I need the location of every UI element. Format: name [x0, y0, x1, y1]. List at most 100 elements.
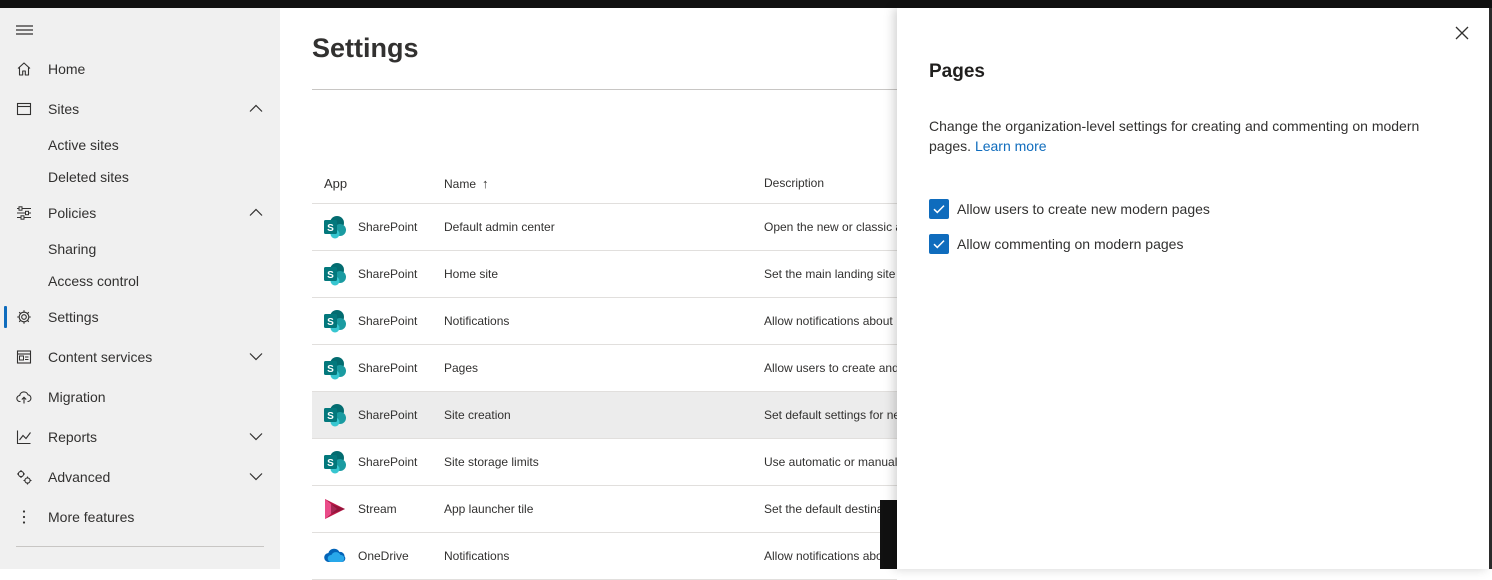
- setting-name: Home site: [444, 267, 499, 281]
- setting-name: Site storage limits: [444, 455, 539, 469]
- table-row[interactable]: Stream App launcher tile Set the default…: [312, 486, 897, 533]
- sharepoint-icon: S: [323, 356, 347, 380]
- app-name: SharePoint: [358, 408, 418, 422]
- nav-item-access-control[interactable]: Access control: [0, 265, 280, 297]
- gear-icon: [16, 309, 32, 325]
- panel-title: Pages: [929, 61, 985, 82]
- table-row[interactable]: S SharePoint Site storage limits Use aut…: [312, 439, 897, 486]
- top-bar: [0, 0, 1492, 8]
- nav-label: More features: [48, 509, 135, 525]
- table-row[interactable]: S SharePoint Notifications Allow notific…: [312, 298, 897, 345]
- dark-overlay-fragment: [880, 500, 897, 569]
- learn-more-link[interactable]: Learn more: [975, 138, 1047, 154]
- more-icon: [16, 509, 32, 525]
- nav-item-more-features[interactable]: More features: [0, 501, 280, 533]
- chevron-up-icon[interactable]: [249, 104, 263, 113]
- nav-label: Sites: [48, 101, 80, 117]
- svg-text:S: S: [327, 364, 334, 375]
- chart-icon: [16, 429, 32, 445]
- nav-item-policies[interactable]: Policies: [0, 197, 280, 229]
- setting-name: Notifications: [444, 314, 510, 328]
- sharepoint-icon: S: [323, 450, 347, 474]
- nav-item-settings[interactable]: Settings: [0, 301, 280, 333]
- setting-description: Set the default destina: [764, 502, 884, 516]
- svg-text:S: S: [327, 458, 334, 469]
- app-name: SharePoint: [358, 455, 418, 469]
- setting-name: Site creation: [444, 408, 511, 422]
- nav-item-content-services[interactable]: Content services: [0, 341, 280, 373]
- active-indicator: [4, 306, 7, 328]
- svg-text:S: S: [327, 317, 334, 328]
- content-services-icon: [16, 349, 32, 365]
- app-name: SharePoint: [358, 361, 418, 375]
- nav-label: Content services: [48, 349, 153, 365]
- app-name: SharePoint: [358, 220, 418, 234]
- svg-text:S: S: [327, 270, 334, 281]
- left-navigation: Home Sites Active sites Deleted sites Po…: [0, 8, 280, 569]
- window-icon: [16, 101, 32, 117]
- app-name: SharePoint: [358, 314, 418, 328]
- nav-label: Settings: [48, 309, 99, 325]
- nav-item-reports[interactable]: Reports: [0, 421, 280, 453]
- table-header: App Name ↑ Description: [312, 160, 897, 204]
- chevron-down-icon[interactable]: [249, 352, 263, 361]
- chevron-down-icon[interactable]: [249, 472, 263, 481]
- svg-text:S: S: [327, 411, 334, 422]
- stream-icon: [323, 497, 347, 521]
- nav-item-advanced[interactable]: Advanced: [0, 461, 280, 493]
- chevron-up-icon[interactable]: [249, 208, 263, 217]
- hamburger-icon[interactable]: [16, 25, 33, 35]
- sharepoint-icon: S: [323, 215, 347, 239]
- nav-item-home[interactable]: Home: [0, 53, 280, 85]
- page-title: Settings: [312, 33, 419, 63]
- table-row[interactable]: S SharePoint Home site Set the main land…: [312, 251, 897, 298]
- checkbox-checked[interactable]: [929, 199, 949, 219]
- app-name: SharePoint: [358, 267, 418, 281]
- column-header-description[interactable]: Description: [764, 176, 824, 190]
- nav-item-sharing[interactable]: Sharing: [0, 233, 280, 265]
- nav-item-sites[interactable]: Sites: [0, 93, 280, 125]
- sharepoint-icon: S: [323, 403, 347, 427]
- column-header-name-label: Name: [444, 177, 477, 191]
- nav-item-active-sites[interactable]: Active sites: [0, 129, 280, 161]
- sharepoint-icon: S: [323, 309, 347, 333]
- home-icon: [16, 61, 32, 77]
- app-name: Stream: [358, 502, 397, 516]
- allow-create-pages-checkbox[interactable]: Allow users to create new modern pages: [929, 199, 1210, 219]
- setting-description: Open the new or classic a: [764, 220, 897, 234]
- nav-label: Advanced: [48, 469, 111, 485]
- table-row-selected[interactable]: S SharePoint Site creation Set default s…: [312, 392, 897, 439]
- table-row[interactable]: S SharePoint Default admin center Open t…: [312, 204, 897, 251]
- pages-settings-panel: Pages Change the organization-level sett…: [897, 8, 1489, 569]
- setting-description: Use automatic or manual: [764, 455, 897, 469]
- column-header-app[interactable]: App: [324, 176, 347, 191]
- checkbox-checked[interactable]: [929, 234, 949, 254]
- setting-description: Allow notifications abo: [764, 549, 883, 563]
- nav-label: Home: [48, 61, 86, 77]
- checkbox-label: Allow users to create new modern pages: [957, 201, 1210, 217]
- table-row[interactable]: S SharePoint Pages Allow users to create…: [312, 345, 897, 392]
- setting-name: App launcher tile: [444, 502, 534, 516]
- nav-label: Access control: [48, 273, 140, 289]
- table-row[interactable]: OneDrive Notifications Allow notificatio…: [312, 533, 897, 580]
- close-icon[interactable]: [1454, 25, 1470, 41]
- nav-item-migration[interactable]: Migration: [0, 381, 280, 413]
- nav-label: Deleted sites: [48, 169, 129, 185]
- nav-label: Sharing: [48, 241, 97, 257]
- setting-description: Allow notifications about: [764, 314, 893, 328]
- chevron-down-icon[interactable]: [249, 432, 263, 441]
- title-divider: [312, 89, 912, 90]
- cloud-upload-icon: [16, 389, 32, 405]
- setting-name: Pages: [444, 361, 479, 375]
- setting-name: Notifications: [444, 549, 510, 563]
- svg-text:S: S: [327, 223, 334, 234]
- checkbox-label: Allow commenting on modern pages: [957, 236, 1184, 252]
- column-header-name[interactable]: Name ↑: [444, 176, 489, 191]
- setting-name: Default admin center: [444, 220, 555, 234]
- nav-item-deleted-sites[interactable]: Deleted sites: [0, 161, 280, 193]
- setting-description: Set default settings for ne: [764, 408, 897, 422]
- cogs-icon: [16, 469, 32, 485]
- allow-commenting-checkbox[interactable]: Allow commenting on modern pages: [929, 234, 1183, 254]
- nav-divider: [16, 546, 264, 547]
- nav-label: Migration: [48, 389, 106, 405]
